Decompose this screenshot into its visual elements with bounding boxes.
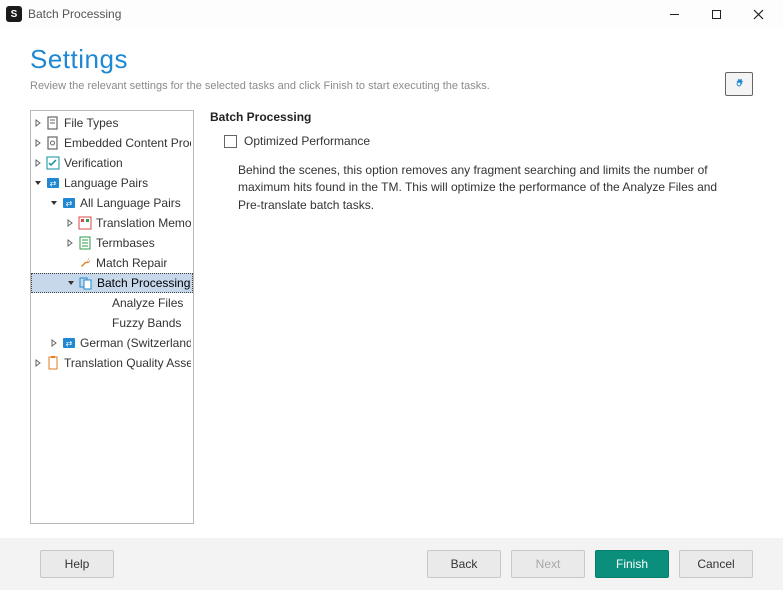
header: Settings Review the relevant settings fo… <box>0 28 783 96</box>
content-panel: Batch Processing Optimized Performance B… <box>194 110 753 524</box>
finish-button[interactable]: Finish <box>595 550 669 578</box>
check-icon <box>45 155 61 171</box>
expander-spacer <box>81 298 91 308</box>
tree-item-language-pairs[interactable]: ⇄ Language Pairs <box>31 173 193 193</box>
expander-icon[interactable] <box>49 338 59 348</box>
tree-label: Analyze Files <box>112 296 183 310</box>
tree-item-fuzzy-bands[interactable]: Fuzzy Bands <box>31 313 193 333</box>
tree-label: Translation Memory <box>96 216 191 230</box>
expander-icon[interactable] <box>33 138 43 148</box>
spacer-icon <box>93 315 109 331</box>
clipboard-icon <box>45 355 61 371</box>
settings-tree[interactable]: File Types Embedded Content Processors V… <box>30 110 194 524</box>
tree-label: Batch Processing <box>97 276 190 290</box>
minimize-button[interactable] <box>653 2 695 26</box>
expander-spacer <box>65 258 75 268</box>
maximize-button[interactable] <box>695 2 737 26</box>
tree-label: Match Repair <box>96 256 167 270</box>
tree-item-analyze-files[interactable]: Analyze Files <box>31 293 193 313</box>
language-icon: ⇄ <box>61 195 77 211</box>
tree-label: All Language Pairs <box>80 196 181 210</box>
tree-item-match-repair[interactable]: Match Repair <box>31 253 193 273</box>
expander-icon[interactable] <box>65 218 75 228</box>
language-icon: ⇄ <box>45 175 61 191</box>
tree-item-file-types[interactable]: File Types <box>31 113 193 133</box>
svg-text:⇄: ⇄ <box>66 339 73 348</box>
back-button[interactable]: Back <box>427 550 501 578</box>
document-icon <box>45 135 61 151</box>
page-subtitle: Review the relevant settings for the sel… <box>30 80 753 92</box>
tree-item-tqa[interactable]: Translation Quality Assessment <box>31 353 193 373</box>
tree-item-batch-processing[interactable]: Batch Processing <box>31 273 193 293</box>
termbase-icon <box>77 235 93 251</box>
tree-item-verification[interactable]: Verification <box>31 153 193 173</box>
tm-icon <box>77 215 93 231</box>
svg-text:⇄: ⇄ <box>50 179 57 188</box>
tree-label: Fuzzy Bands <box>112 316 181 330</box>
tree-item-translation-memory[interactable]: Translation Memory <box>31 213 193 233</box>
tree-item-embedded-content[interactable]: Embedded Content Processors <box>31 133 193 153</box>
document-icon <box>45 115 61 131</box>
tree-label: German (Switzerland) <box>80 336 191 350</box>
help-button[interactable]: Help <box>40 550 114 578</box>
titlebar: S Batch Processing <box>0 0 783 28</box>
settings-gear-icon <box>725 72 753 96</box>
option-description: Behind the scenes, this option removes a… <box>210 162 730 214</box>
footer: Help Back Next Finish Cancel <box>0 538 783 590</box>
tree-label: File Types <box>64 116 118 130</box>
optimized-performance-row[interactable]: Optimized Performance <box>210 134 753 148</box>
close-button[interactable] <box>737 2 779 26</box>
checkbox-label: Optimized Performance <box>244 134 370 148</box>
next-button: Next <box>511 550 585 578</box>
wrench-icon <box>77 255 93 271</box>
tree-label: Termbases <box>96 236 155 250</box>
tree-label: Embedded Content Processors <box>64 136 191 150</box>
tree-label: Language Pairs <box>64 176 148 190</box>
expander-spacer <box>81 318 91 328</box>
page-title: Settings <box>30 44 753 75</box>
language-icon: ⇄ <box>61 335 77 351</box>
expander-collapse-icon[interactable] <box>33 178 43 188</box>
expander-icon[interactable] <box>33 358 43 368</box>
window-title: Batch Processing <box>28 7 121 21</box>
app-icon: S <box>6 6 22 22</box>
tree-item-german-switzerland[interactable]: ⇄ German (Switzerland) <box>31 333 193 353</box>
expander-collapse-icon[interactable] <box>66 278 76 288</box>
optimized-performance-checkbox[interactable] <box>224 135 237 148</box>
spacer-icon <box>93 295 109 311</box>
batch-icon <box>78 275 94 291</box>
panel-heading: Batch Processing <box>210 110 753 124</box>
expander-collapse-icon[interactable] <box>49 198 59 208</box>
svg-text:⇄: ⇄ <box>66 199 73 208</box>
tree-label: Translation Quality Assessment <box>64 356 191 370</box>
expander-icon[interactable] <box>33 158 43 168</box>
expander-icon[interactable] <box>65 238 75 248</box>
tree-label: Verification <box>64 156 123 170</box>
tree-item-all-language-pairs[interactable]: ⇄ All Language Pairs <box>31 193 193 213</box>
tree-item-termbases[interactable]: Termbases <box>31 233 193 253</box>
cancel-button[interactable]: Cancel <box>679 550 753 578</box>
expander-icon[interactable] <box>33 118 43 128</box>
